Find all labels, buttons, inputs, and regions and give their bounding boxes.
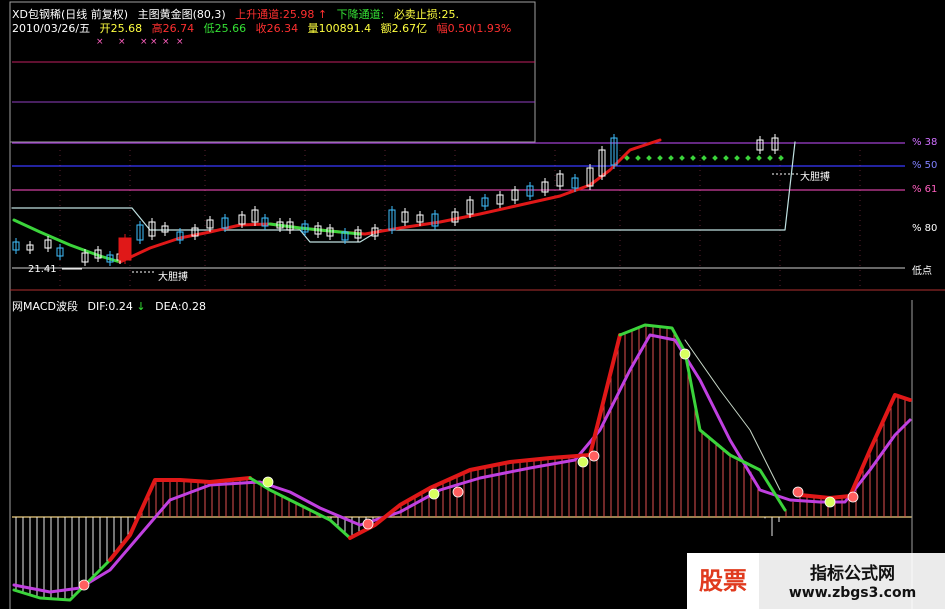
cross-marker-5	[577, 456, 589, 468]
signal-diamond-13	[767, 155, 773, 161]
level-label-61: % 61	[912, 184, 938, 195]
date-label: 2010/03/26/五	[12, 22, 91, 35]
star-mark-5: ×	[176, 37, 184, 47]
dif-value: DIF:0.24	[87, 300, 133, 313]
dif-line-green-3	[618, 323, 732, 457]
bold-buy-label-2: 大胆搏	[800, 172, 830, 183]
watermark-url: www.zbgs3.com	[788, 585, 917, 601]
watermark: 股票 指标公式网 www.zbgs3.com	[687, 553, 945, 609]
indicator-name: 主图黄金图(80,3)	[137, 8, 226, 21]
amount-value: 额2.67亿	[380, 22, 428, 35]
up-trend-line-2	[363, 138, 662, 236]
dif-down-arrow-icon: ↓	[136, 300, 146, 313]
level-label-50: % 50	[912, 160, 938, 171]
signal-thin-line	[684, 339, 781, 491]
header-row-1: XD包钢稀(日线 前复权) 主图黄金图(80,3) 上升通道:25.98 ↑ 下…	[12, 8, 459, 21]
cross-marker-9	[824, 496, 836, 508]
close-value: 收26.34	[255, 22, 299, 35]
change-value: 幅0.50(1.93%	[436, 22, 512, 35]
dea-value: DEA:0.28	[155, 300, 207, 313]
stop-loss-value: 必卖止损:25.	[393, 8, 460, 21]
signal-diamond-9	[723, 155, 729, 161]
macd-header: 网MACD波段 DIF:0.24 ↓ DEA:0.28	[12, 300, 206, 313]
cross-marker-7	[679, 348, 691, 360]
macd-title: 网MACD波段	[12, 300, 78, 313]
dif-line-red-3	[798, 393, 912, 500]
level-label-low: 低点	[912, 266, 932, 277]
up-channel-value: 上升通道:25.98	[235, 8, 315, 21]
star-mark-2: ×	[140, 37, 148, 47]
volume-value: 量100891.4	[307, 22, 372, 35]
signal-diamond-3	[657, 155, 663, 161]
signal-diamond-7	[701, 155, 707, 161]
cross-marker-2	[362, 518, 374, 530]
high-value: 高26.74	[151, 22, 195, 35]
signal-diamond-1	[635, 155, 641, 161]
open-value: 开25.68	[99, 22, 143, 35]
star-mark-3: ×	[150, 37, 158, 47]
signal-diamond-8	[712, 155, 718, 161]
watermark-name: 指标公式网	[810, 564, 895, 584]
star-mark-0: ×	[96, 37, 104, 47]
signal-diamond-11	[745, 155, 751, 161]
cross-marker-0	[78, 579, 90, 591]
dif-line-green-4	[698, 428, 787, 512]
stock-chart-window: × × × × × × XD包钢稀(日线 前复权) 主图黄金图(80,3) 上升通道:25…	[0, 0, 945, 609]
stock-title: XD包钢稀(日线 前复权)	[12, 8, 129, 21]
signal-diamond-5	[679, 155, 685, 161]
cross-marker-6	[588, 450, 600, 462]
down-trend-line-2	[268, 222, 302, 230]
cross-marker-8	[792, 486, 804, 498]
header-row-2: 2010/03/26/五 开25.68 高26.74 低25.66 收26.34…	[12, 22, 511, 35]
low-price-label: 21.41	[28, 264, 57, 275]
down-channel-value: 下降通道:	[336, 8, 385, 21]
star-mark-1: ×	[118, 37, 126, 47]
level-label-80: % 80	[912, 223, 938, 234]
dif-line-green-2	[248, 476, 352, 540]
bold-buy-label-1: 大胆搏	[158, 272, 188, 283]
signal-diamond-2	[646, 155, 652, 161]
cross-marker-3	[428, 488, 440, 500]
star-mark-4: ×	[162, 37, 170, 47]
level-label-38: % 38	[912, 137, 938, 148]
cross-marker-4	[452, 486, 464, 498]
low-value: 低25.66	[203, 22, 247, 35]
cross-marker-10	[847, 491, 859, 503]
signal-diamond-12	[756, 155, 762, 161]
watermark-logo: 股票	[687, 553, 759, 609]
signal-diamond-14	[778, 155, 784, 161]
cross-marker-1	[262, 476, 274, 488]
signal-diamond-6	[690, 155, 696, 161]
signal-diamond-10	[734, 155, 740, 161]
candle-body-8	[118, 237, 132, 261]
up-arrow-icon: ↑	[317, 8, 328, 21]
signal-diamond-4	[668, 155, 674, 161]
